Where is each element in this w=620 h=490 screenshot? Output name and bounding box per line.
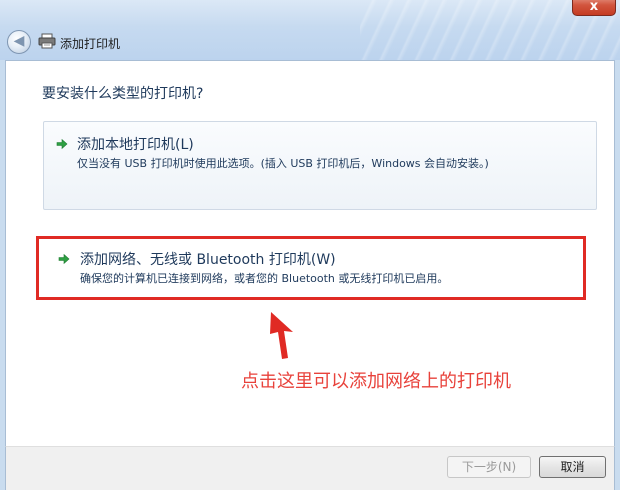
- green-arrow-icon: [56, 138, 68, 150]
- annotation-text: 点击这里可以添加网络上的打印机: [241, 371, 511, 392]
- add-local-printer-option[interactable]: 添加本地打印机(L) 仅当没有 USB 打印机时使用此选项。(插入 USB 打印…: [43, 121, 597, 210]
- wizard-footer: 下一步(N) 取消: [5, 446, 615, 490]
- title-bar: x ◀ 添加打印机: [0, 0, 620, 60]
- back-arrow-icon: ◀: [13, 33, 25, 49]
- page-question: 要安装什么类型的打印机?: [42, 86, 204, 102]
- close-button[interactable]: x: [572, 0, 616, 16]
- cancel-button[interactable]: 取消: [539, 456, 606, 478]
- annotation-highlight-box: [36, 236, 586, 300]
- printer-icon: [38, 33, 56, 49]
- window-title: 添加打印机: [60, 37, 121, 51]
- option-description: 仅当没有 USB 打印机时使用此选项。(插入 USB 打印机后，Windows …: [77, 157, 489, 170]
- next-button[interactable]: 下一步(N): [447, 456, 531, 478]
- option-title: 添加本地打印机(L): [77, 137, 194, 153]
- red-up-arrow-icon: [270, 312, 293, 359]
- wizard-content: 要安装什么类型的打印机? 添加本地打印机(L) 仅当没有 USB 打印机时使用此…: [5, 60, 615, 446]
- back-button[interactable]: ◀: [7, 30, 31, 54]
